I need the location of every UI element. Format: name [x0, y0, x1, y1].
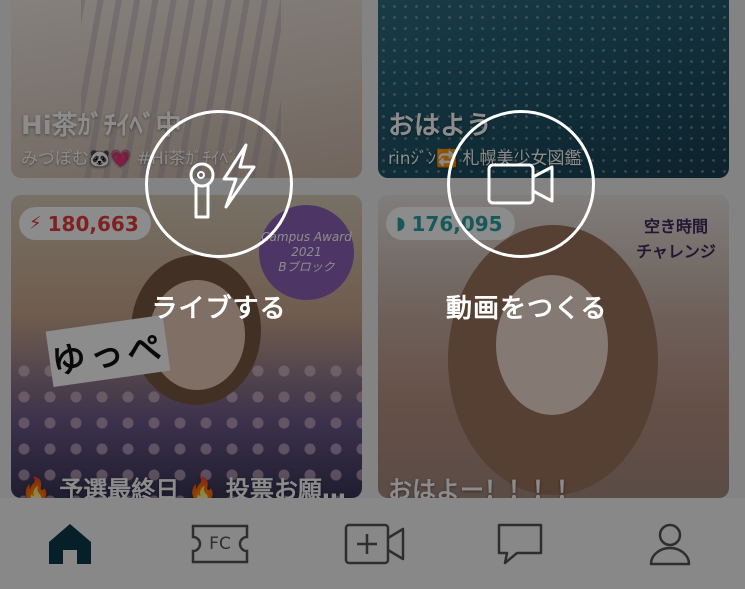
modal-backdrop[interactable]	[0, 0, 745, 589]
video-camera-icon	[487, 163, 554, 205]
go-live-ring	[145, 110, 293, 258]
go-live-label: ライブする	[151, 294, 287, 324]
create-video-button[interactable]: 動画をつくる	[446, 110, 608, 325]
create-video-label: 動画をつくる	[446, 294, 608, 324]
microphone-lightning-icon	[189, 143, 256, 219]
go-live-button[interactable]: ライブする	[144, 110, 294, 325]
create-video-ring	[447, 110, 595, 258]
